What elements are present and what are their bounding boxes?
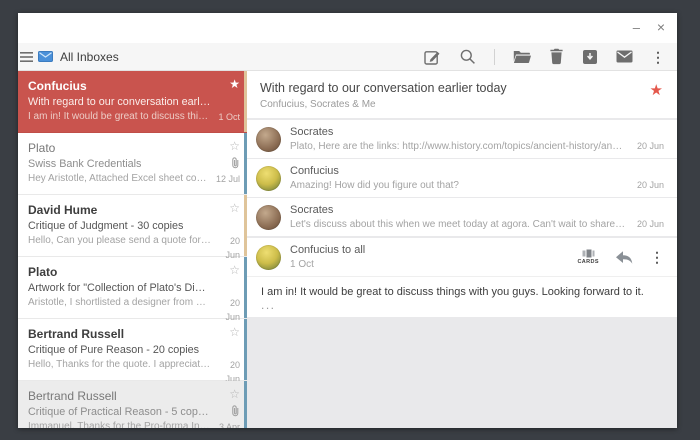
message-sender: Confucius to all bbox=[290, 244, 565, 256]
inbox-title[interactable]: All Inboxes bbox=[60, 43, 125, 70]
message-row-socrates-2[interactable]: Socrates Let's discuss about this when w… bbox=[247, 198, 677, 236]
email-subject: Critique of Pure Reason - 20 copies bbox=[28, 343, 211, 358]
email-date: 20 Jun bbox=[214, 234, 240, 249]
app-toolbar: All Inboxes ⋮ bbox=[18, 43, 677, 71]
message-row-expanded[interactable]: Confucius to all 1 Oct CARDS ⋮ bbox=[247, 238, 677, 276]
folder-icon[interactable] bbox=[513, 50, 531, 64]
search-icon[interactable] bbox=[459, 48, 476, 65]
message-body-text: I am in! It would be great to discuss th… bbox=[261, 286, 663, 298]
close-button[interactable]: × bbox=[657, 21, 665, 34]
star-icon[interactable]: ☆ bbox=[229, 388, 240, 405]
message-sender: Confucius bbox=[290, 165, 627, 177]
message-sender: Socrates bbox=[290, 126, 627, 138]
email-date: 12 Jul bbox=[216, 172, 240, 187]
star-icon[interactable]: ☆ bbox=[229, 326, 240, 343]
email-date: 20 Jun bbox=[214, 358, 240, 373]
thread-participants: Confucius, Socrates & Me bbox=[260, 99, 663, 110]
email-list: Confucius ★ With regard to our conversat… bbox=[18, 71, 247, 428]
account-color-stripe bbox=[244, 319, 247, 380]
sender-name: Plato bbox=[28, 140, 211, 157]
sender-name: Bertrand Russell bbox=[28, 388, 211, 405]
email-subject: Critique of Judgment - 30 copies bbox=[28, 219, 211, 234]
message-date: 20 Jun bbox=[637, 141, 664, 151]
email-date: 1 Oct bbox=[218, 110, 240, 125]
sender-name: Plato bbox=[28, 264, 211, 281]
inbox-selector[interactable]: All Inboxes bbox=[20, 43, 125, 70]
email-list-item-hume[interactable]: David Hume ☆ Critique of Judgment - 30 c… bbox=[18, 195, 247, 257]
app-mail-icon bbox=[38, 51, 53, 62]
account-color-stripe bbox=[244, 257, 247, 318]
cards-label: CARDS bbox=[577, 259, 599, 265]
minimize-button[interactable]: – bbox=[633, 21, 640, 34]
email-date: 20 Jun bbox=[214, 296, 240, 311]
pane-empty-area bbox=[247, 317, 677, 428]
sender-name: David Hume bbox=[28, 202, 211, 219]
email-snippet: Immanuel, Thanks for the Pro-forma Invoi… bbox=[28, 420, 211, 428]
cards-button[interactable]: CARDS bbox=[577, 249, 599, 265]
avatar-socrates bbox=[256, 205, 281, 230]
thread-star-icon[interactable]: ★ bbox=[650, 83, 663, 98]
account-color-stripe bbox=[244, 381, 247, 428]
compose-icon[interactable] bbox=[423, 48, 441, 66]
email-snippet: Hello, Thanks for the quote. I appreciat… bbox=[28, 358, 211, 373]
message-snippet: Amazing! How did you figure out that? bbox=[290, 180, 627, 192]
message-row-socrates-1[interactable]: Socrates Plato, Here are the links: http… bbox=[247, 120, 677, 158]
menu-icon[interactable] bbox=[20, 51, 34, 63]
message-date: 1 Oct bbox=[290, 259, 565, 271]
avatar-socrates bbox=[256, 127, 281, 152]
email-snippet: Hey Aristotle, Attached Excel sheet cont… bbox=[28, 172, 211, 187]
star-icon[interactable]: ☆ bbox=[229, 140, 240, 157]
email-snippet: Hello, Can you please send a quote for C… bbox=[28, 234, 211, 249]
trash-icon[interactable] bbox=[549, 48, 564, 65]
main-content: Confucius ★ With regard to our conversat… bbox=[18, 71, 677, 428]
thread-header: With regard to our conversation earlier … bbox=[247, 71, 677, 118]
star-icon[interactable]: ☆ bbox=[229, 202, 240, 219]
message-snippet: Let's discuss about this when we meet to… bbox=[290, 219, 627, 231]
quoted-text-toggle[interactable]: ... bbox=[261, 301, 663, 312]
sender-name: Confucius bbox=[28, 78, 211, 95]
message-date: 20 Jun bbox=[637, 219, 664, 229]
sender-name: Bertrand Russell bbox=[28, 326, 211, 343]
email-snippet: I am in! It would be great to discuss th… bbox=[28, 110, 211, 125]
archive-icon[interactable] bbox=[582, 49, 598, 65]
message-row-confucius-1[interactable]: Confucius Amazing! How did you figure ou… bbox=[247, 159, 677, 197]
message-sender: Socrates bbox=[290, 204, 627, 216]
star-icon[interactable]: ★ bbox=[229, 78, 240, 95]
message-overflow-icon[interactable]: ⋮ bbox=[650, 250, 664, 264]
toolbar-divider bbox=[494, 49, 495, 65]
email-list-item-plato-bank[interactable]: Plato ☆ Swiss Bank Credentials Hey Arist… bbox=[18, 133, 247, 195]
message-date: 20 Jun bbox=[637, 180, 664, 190]
account-color-stripe bbox=[244, 133, 247, 194]
overflow-menu-icon[interactable]: ⋮ bbox=[651, 50, 665, 64]
message-body: I am in! It would be great to discuss th… bbox=[247, 276, 677, 317]
email-snippet: Aristotle, I shortlisted a designer from… bbox=[28, 296, 211, 311]
attachment-icon bbox=[231, 157, 240, 172]
avatar-confucius bbox=[256, 245, 281, 270]
account-color-stripe bbox=[244, 195, 247, 256]
email-list-item-russell-pure[interactable]: Bertrand Russell ☆ Critique of Pure Reas… bbox=[18, 319, 247, 381]
attachment-icon bbox=[231, 405, 240, 420]
email-subject: Swiss Bank Credentials bbox=[28, 157, 211, 172]
email-list-item-russell-practical[interactable]: Bertrand Russell ☆ Critique of Practical… bbox=[18, 381, 247, 428]
conversation-pane: With regard to our conversation earlier … bbox=[247, 71, 677, 428]
message-snippet: Plato, Here are the links: http://www.hi… bbox=[290, 141, 627, 153]
email-list-item-confucius[interactable]: Confucius ★ With regard to our conversat… bbox=[18, 71, 247, 133]
email-subject: Artwork for "Collection of Plato's Dialo… bbox=[28, 281, 211, 296]
window-titlebar: – × bbox=[18, 13, 677, 43]
email-subject: With regard to our conversation earlier … bbox=[28, 95, 211, 110]
reply-icon[interactable] bbox=[615, 250, 634, 265]
email-list-item-plato-artwork[interactable]: Plato ☆ Artwork for "Collection of Plato… bbox=[18, 257, 247, 319]
envelope-icon[interactable] bbox=[616, 50, 633, 63]
thread-subject: With regard to our conversation earlier … bbox=[260, 81, 663, 95]
email-date: 3 Apr bbox=[219, 420, 240, 428]
app-window: – × All Inboxes bbox=[18, 13, 677, 428]
email-subject: Critique of Practical Reason - 5 copies bbox=[28, 405, 211, 420]
avatar-confucius bbox=[256, 166, 281, 191]
star-icon[interactable]: ☆ bbox=[229, 264, 240, 281]
